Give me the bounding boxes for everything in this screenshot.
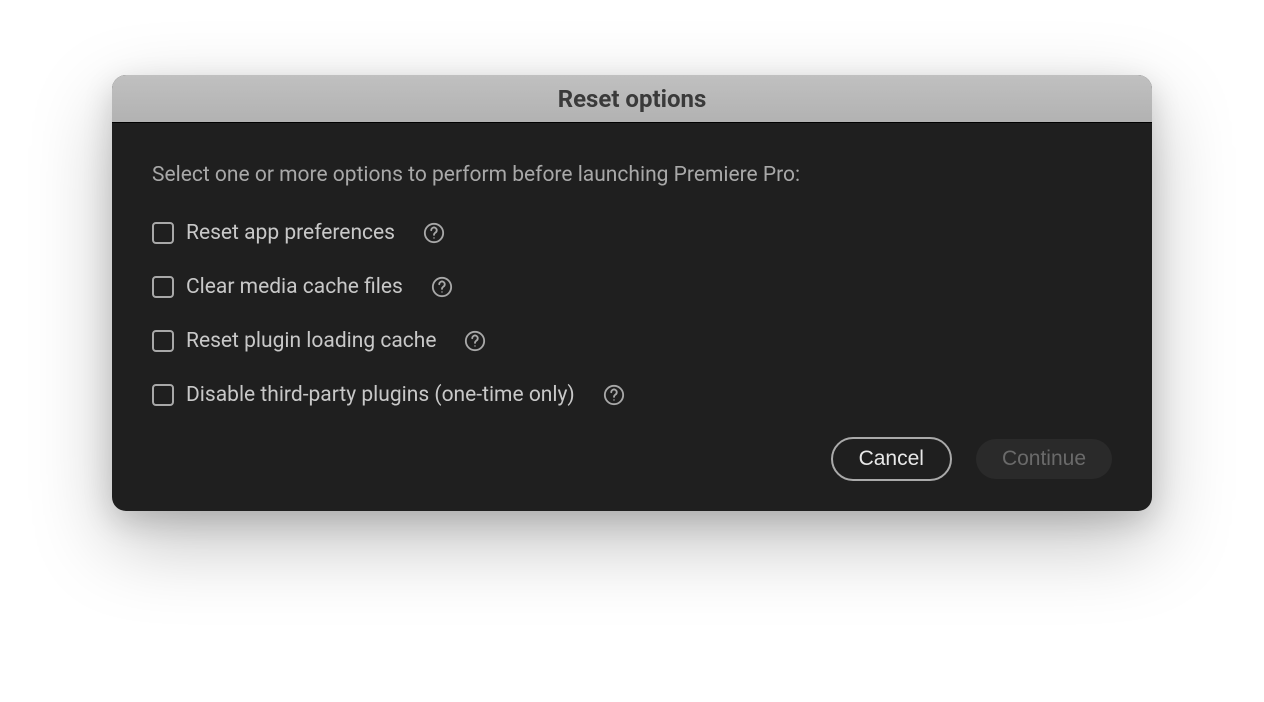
option-label: Reset app preferences (186, 221, 395, 245)
dialog-content: Select one or more options to perform be… (112, 123, 1152, 511)
help-icon[interactable] (423, 222, 445, 244)
dialog-instruction: Select one or more options to perform be… (152, 163, 1112, 187)
option-disable-third-party-plugins: Disable third-party plugins (one-time on… (152, 383, 1112, 407)
option-reset-app-preferences: Reset app preferences (152, 221, 1112, 245)
checkbox-reset-app-preferences[interactable] (152, 222, 174, 244)
dialog-titlebar: Reset options (112, 75, 1152, 123)
checkbox-reset-plugin-cache[interactable] (152, 330, 174, 352)
continue-button: Continue (976, 439, 1112, 479)
reset-options-dialog: Reset options Select one or more options… (112, 75, 1152, 511)
help-icon[interactable] (431, 276, 453, 298)
help-icon[interactable] (464, 330, 486, 352)
checkbox-clear-media-cache[interactable] (152, 276, 174, 298)
option-label: Reset plugin loading cache (186, 329, 436, 353)
cancel-button[interactable]: Cancel (831, 437, 952, 481)
option-clear-media-cache: Clear media cache files (152, 275, 1112, 299)
help-icon[interactable] (603, 384, 625, 406)
dialog-title: Reset options (558, 85, 707, 113)
dialog-button-row: Cancel Continue (152, 437, 1112, 481)
option-label: Clear media cache files (186, 275, 403, 299)
option-reset-plugin-cache: Reset plugin loading cache (152, 329, 1112, 353)
option-label: Disable third-party plugins (one-time on… (186, 383, 575, 407)
checkbox-disable-third-party-plugins[interactable] (152, 384, 174, 406)
